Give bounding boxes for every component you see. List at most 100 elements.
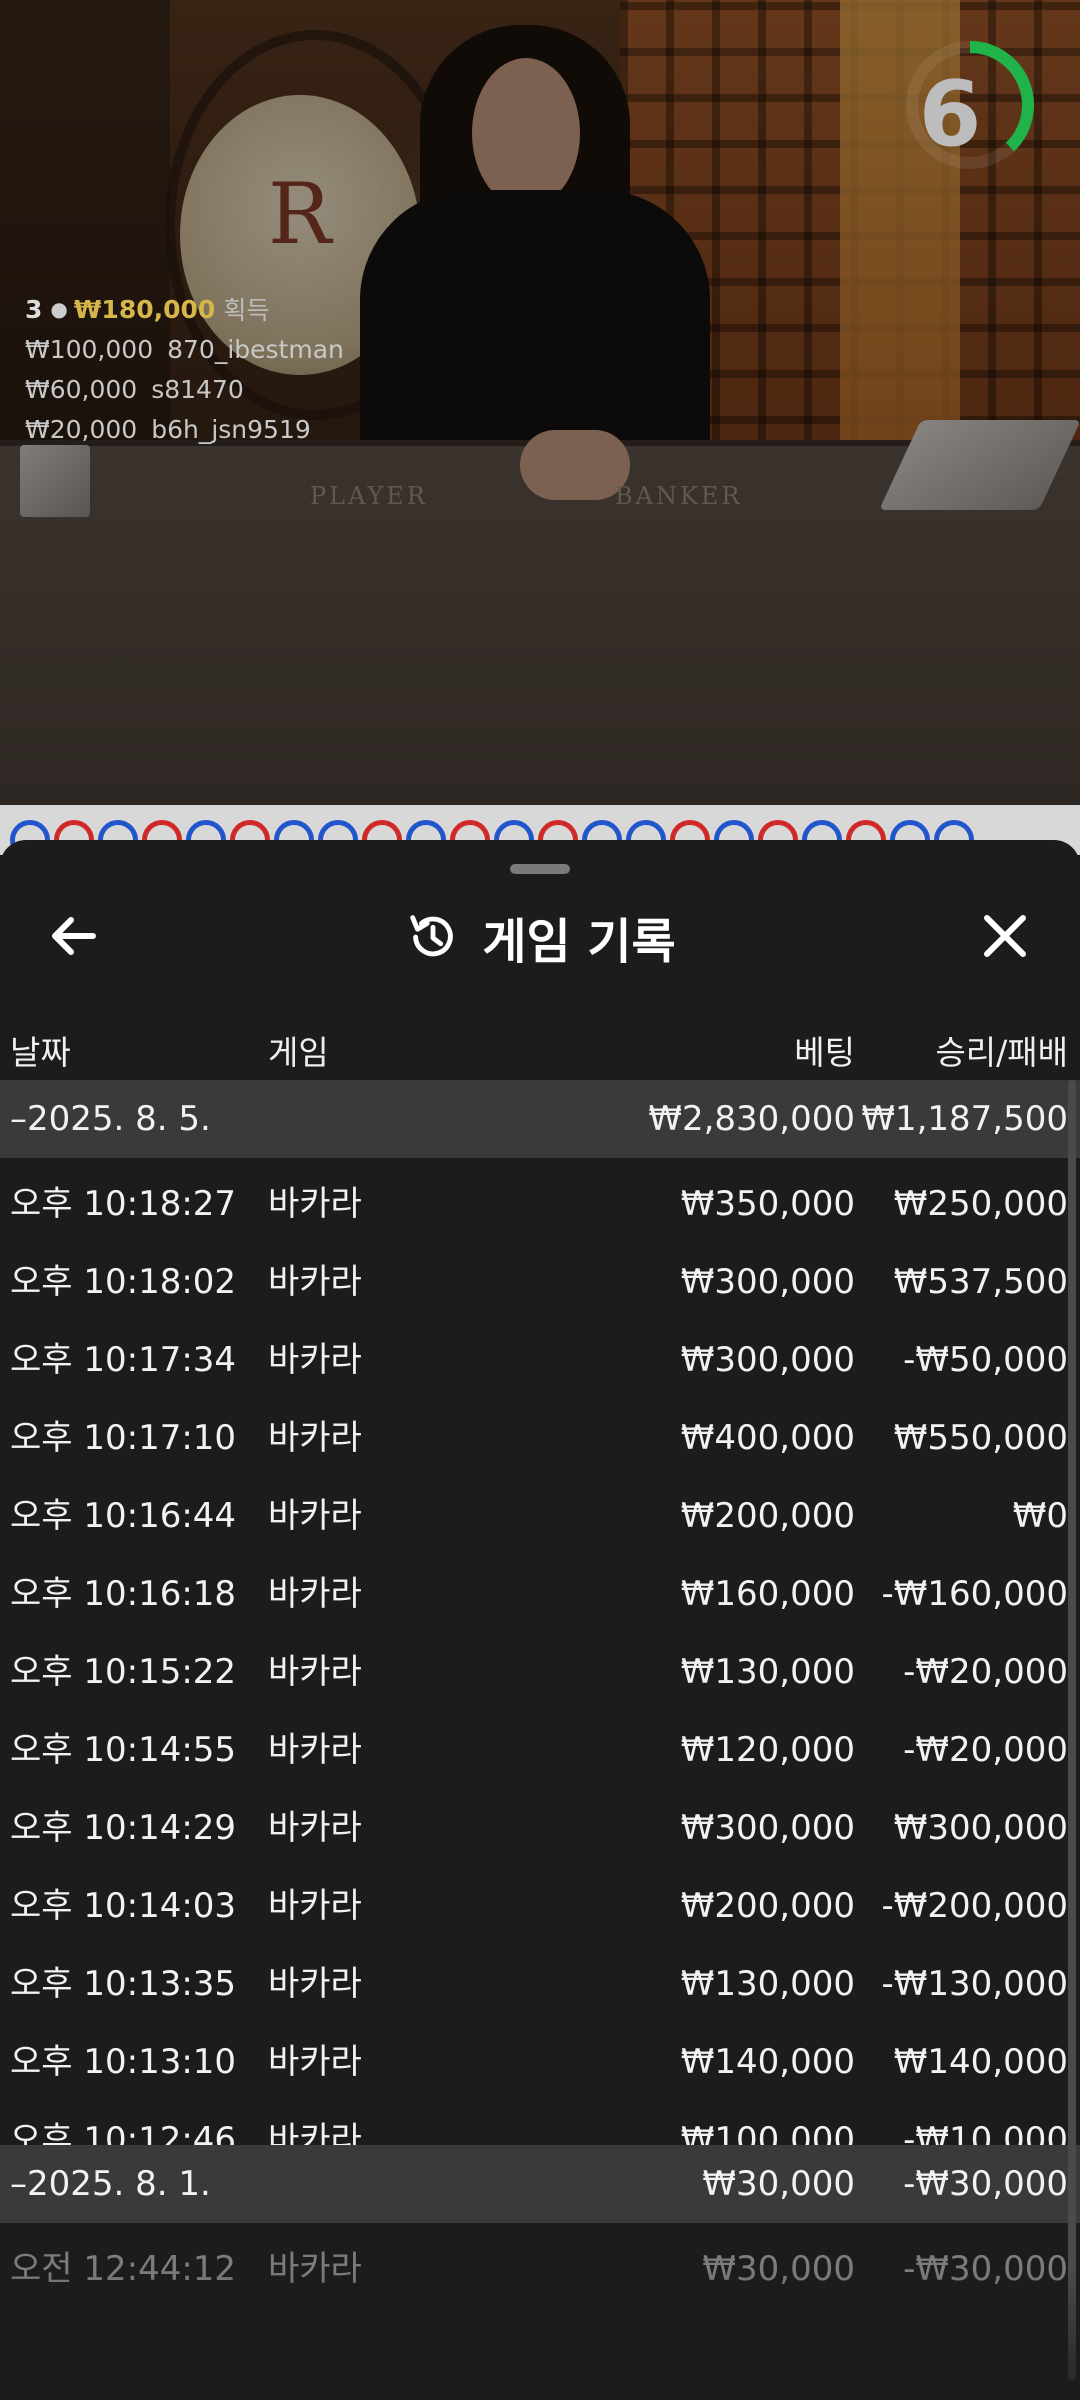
row-result: ₩300,000 (893, 1808, 1068, 1848)
row-bet: ₩120,000 (680, 1730, 855, 1770)
row-time: 오후 10:16:44 (10, 1496, 237, 1536)
row-game: 바카라 (268, 1496, 362, 1536)
group-result-total: -₩30,000 (903, 2164, 1068, 2204)
row-result: ₩250,000 (893, 1184, 1068, 1224)
winners-count: 3 (25, 294, 43, 324)
table-row[interactable]: 오후 10:16:18 바카라 ₩160,000 -₩160,000 (0, 1555, 1080, 1633)
column-bet: 베팅 (794, 1033, 855, 1072)
close-icon (984, 915, 1026, 957)
row-game: 바카라 (268, 2042, 362, 2082)
row-bet: ₩130,000 (680, 1652, 855, 1692)
row-bet: ₩200,000 (680, 1496, 855, 1536)
table-row[interactable]: 오후 10:14:55 바카라 ₩120,000 -₩20,000 (0, 1711, 1080, 1789)
winner-name: s81470 (151, 375, 244, 404)
winner-entry: ₩60,000 s81470 (25, 370, 344, 410)
group-bet-total: ₩2,830,000 (648, 1099, 855, 1139)
row-game: 바카라 (268, 1808, 362, 1848)
winner-entry: ₩20,000 b6h_jsn9519 (25, 410, 344, 450)
history-icon (410, 915, 454, 957)
row-result: -₩160,000 (881, 1574, 1069, 1614)
row-game: 바카라 (268, 1730, 362, 1770)
countdown-timer: 6 (918, 62, 982, 167)
table-header: 날짜 게임 베팅 승리/패배 (0, 1010, 1080, 1080)
row-time: 오후 10:17:34 (10, 1340, 237, 1380)
row-time: 오후 10:14:55 (10, 1730, 237, 1770)
group-date: –2025. 8. 1. (10, 2164, 211, 2204)
row-time: 오후 10:18:02 (10, 1262, 237, 1302)
row-result: -₩50,000 (903, 1340, 1068, 1380)
row-bet: ₩300,000 (680, 1808, 855, 1848)
table-row[interactable]: 오전 12:44:12 바카라 ₩30,000 -₩30,000 (0, 2230, 1080, 2308)
row-bet: ₩30,000 (702, 2249, 855, 2289)
row-game: 바카라 (268, 1184, 362, 1224)
row-bet: ₩200,000 (680, 1886, 855, 1926)
group-date: –2025. 8. 5. (10, 1099, 211, 1139)
winners-label: 획득 (223, 296, 270, 325)
table-row[interactable]: 오후 10:17:10 바카라 ₩400,000 ₩550,000 (0, 1399, 1080, 1477)
row-game: 바카라 (268, 1262, 362, 1302)
table-row[interactable]: 오후 10:16:44 바카라 ₩200,000 ₩0 (0, 1477, 1080, 1555)
winner-amount: ₩20,000 (25, 415, 138, 444)
winner-amount: ₩100,000 (25, 335, 154, 364)
row-bet: ₩300,000 (680, 1262, 855, 1302)
table-row[interactable]: 오후 10:13:10 바카라 ₩140,000 ₩140,000 (0, 2023, 1080, 2101)
column-result: 승리/패배 (935, 1033, 1068, 1072)
drag-handle[interactable] (510, 864, 570, 874)
row-result: ₩550,000 (893, 1418, 1068, 1458)
row-game: 바카라 (268, 1652, 362, 1692)
row-game: 바카라 (268, 1340, 362, 1380)
row-bet: ₩140,000 (680, 2042, 855, 2082)
row-bet: ₩350,000 (680, 1184, 855, 1224)
table-row[interactable]: 오후 10:15:22 바카라 ₩130,000 -₩20,000 (0, 1633, 1080, 1711)
row-time: 오후 10:13:35 (10, 1964, 237, 2004)
row-game: 바카라 (268, 1418, 362, 1458)
row-game: 바카라 (268, 1886, 362, 1926)
date-group-header[interactable]: –2025. 8. 1. ₩30,000 -₩30,000 (0, 2145, 1080, 2223)
row-game: 바카라 (268, 1574, 362, 1614)
row-result: -₩20,000 (903, 1652, 1068, 1692)
group-bet-total: ₩30,000 (702, 2164, 855, 2204)
row-bet: ₩300,000 (680, 1340, 855, 1380)
row-result: -₩200,000 (881, 1886, 1069, 1926)
row-result: -₩20,000 (903, 1730, 1068, 1770)
close-button[interactable] (965, 896, 1045, 976)
winner-entry: ₩100,000 870_ibestman (25, 330, 344, 370)
sheet-header: 게임 기록 (0, 892, 1080, 982)
winner-name: b6h_jsn9519 (151, 415, 311, 444)
row-time: 오후 10:14:29 (10, 1808, 237, 1848)
row-time: 오전 12:44:12 (10, 2249, 237, 2289)
row-bet: ₩400,000 (680, 1418, 855, 1458)
row-result: -₩130,000 (881, 1964, 1069, 2004)
row-game: 바카라 (268, 2249, 362, 2289)
winners-panel: 3 ● ₩180,000 획득 ₩100,000 870_ibestman ₩60… (25, 288, 344, 450)
table-row[interactable]: 오후 10:18:27 바카라 ₩350,000 ₩250,000 (0, 1165, 1080, 1243)
row-bet: ₩130,000 (680, 1964, 855, 2004)
live-video[interactable]: R PLAYER BANKER 6 3 ● ₩180,000 획득 ₩100,0… (0, 0, 1080, 805)
row-time: 오후 10:17:10 (10, 1418, 237, 1458)
column-date: 날짜 (10, 1033, 71, 1072)
row-time: 오후 10:13:10 (10, 2042, 237, 2082)
row-time: 오후 10:15:22 (10, 1652, 237, 1692)
row-bet: ₩160,000 (680, 1574, 855, 1614)
winners-total: ₩180,000 (73, 294, 216, 324)
row-result: ₩140,000 (893, 2042, 1068, 2082)
game-history-sheet: 게임 기록 날짜 게임 베팅 승리/패배 –2025. 8. 5. ₩2,830… (0, 840, 1080, 2400)
row-result: -₩30,000 (903, 2249, 1068, 2289)
column-game: 게임 (268, 1033, 329, 1072)
winners-summary: 3 ● ₩180,000 획득 (25, 288, 344, 330)
table-row[interactable]: 오후 10:17:34 바카라 ₩300,000 -₩50,000 (0, 1321, 1080, 1399)
table-row[interactable]: 오후 10:18:02 바카라 ₩300,000 ₩537,500 (0, 1243, 1080, 1321)
row-result: ₩0 (1012, 1496, 1068, 1536)
winner-amount: ₩60,000 (25, 375, 138, 404)
row-result: ₩537,500 (893, 1262, 1068, 1302)
table-row[interactable]: 오후 10:14:03 바카라 ₩200,000 -₩200,000 (0, 1867, 1080, 1945)
row-time: 오후 10:14:03 (10, 1886, 237, 1926)
winner-name: 870_ibestman (167, 335, 344, 364)
row-time: 오후 10:18:27 (10, 1184, 237, 1224)
table-row[interactable]: 오후 10:13:35 바카라 ₩130,000 -₩130,000 (0, 1945, 1080, 2023)
group-result-total: ₩1,187,500 (861, 1099, 1068, 1139)
row-time: 오후 10:16:18 (10, 1574, 237, 1614)
date-group-header[interactable]: –2025. 8. 5. ₩2,830,000 ₩1,187,500 (0, 1080, 1080, 1158)
table-row[interactable]: 오후 10:14:29 바카라 ₩300,000 ₩300,000 (0, 1789, 1080, 1867)
scrollbar[interactable] (1068, 1080, 1076, 2380)
